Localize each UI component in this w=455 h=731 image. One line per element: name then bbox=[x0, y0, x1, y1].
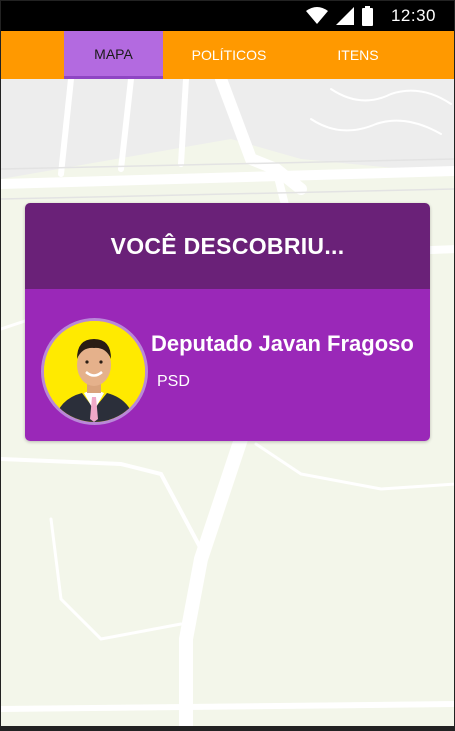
cellular-signal-icon bbox=[335, 7, 354, 25]
tab-itens[interactable]: ITENS bbox=[307, 31, 409, 79]
politician-party: PSD bbox=[157, 373, 190, 390]
discovery-title: VOCÊ DESCOBRIU... bbox=[25, 203, 430, 289]
phone-screen: 12:30 MAPA POLÍTICOS ITENS VOCÊ DESCOBRI… bbox=[0, 0, 455, 731]
tab-politicos[interactable]: POLÍTICOS bbox=[179, 31, 279, 79]
politician-info: Deputado Javan Fragoso PSD bbox=[25, 289, 430, 441]
tab-mapa[interactable]: MAPA bbox=[64, 31, 163, 79]
discovery-card[interactable]: VOCÊ DESCOBRIU... Deputado Javan Fragoso… bbox=[25, 203, 430, 441]
bottom-edge bbox=[1, 726, 454, 730]
politician-name: Deputado Javan Fragoso bbox=[151, 331, 414, 356]
tab-bar: MAPA POLÍTICOS ITENS bbox=[1, 31, 454, 79]
wifi-icon bbox=[305, 7, 328, 24]
politician-avatar bbox=[41, 318, 148, 425]
status-time: 12:30 bbox=[390, 6, 436, 25]
battery-icon bbox=[361, 6, 373, 26]
politician-portrait bbox=[44, 321, 145, 422]
status-bar: 12:30 bbox=[1, 1, 454, 31]
